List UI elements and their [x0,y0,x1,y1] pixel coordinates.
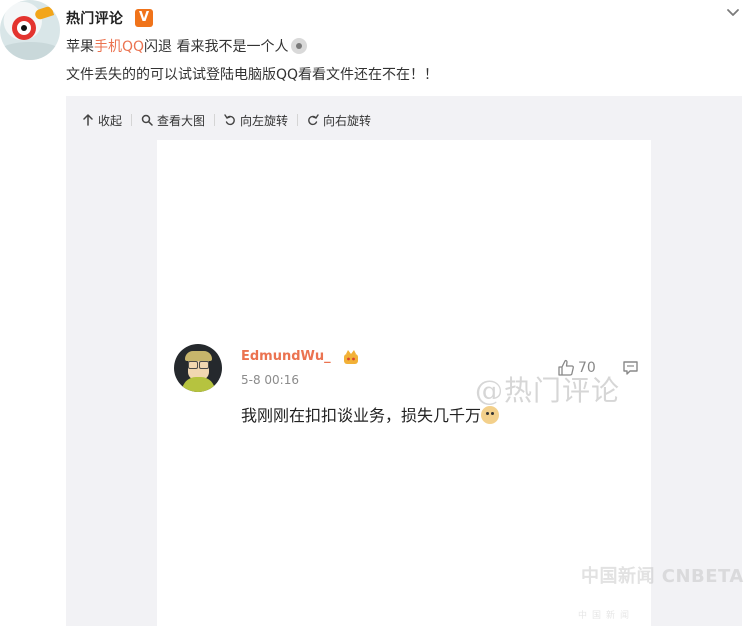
view-large-button[interactable]: 查看大图 [132,112,214,129]
post-text-prefix: 苹果 [66,39,94,55]
verified-badge: V [135,9,153,27]
post-text-suffix: 闪退 看来我不是一个人 [144,39,289,55]
rotate-left-button[interactable]: 向左旋转 [215,112,297,129]
rotate-left-icon [224,114,235,126]
comment-avatar-glasses-right [199,361,209,369]
brand-watermark: 中国新闻 CNBETA [581,566,744,587]
comment-avatar[interactable] [174,344,222,392]
image-viewer-panel: 收起 查看大图 向左旋转 向右旋转 EdmundWu_ 5-8 00:16 我刚… [66,96,742,626]
post-highlight-link[interactable]: 手机QQ [94,39,144,55]
comment-avatar-hair [185,351,212,361]
view-large-label: 查看大图 [157,113,206,128]
embedded-screenshot[interactable]: EdmundWu_ 5-8 00:16 我刚刚在扣扣谈业务，损失几千万 70 @… [157,140,651,626]
avatar-leaf [33,5,55,21]
crown-badge-icon [344,350,358,364]
rotate-right-icon [308,114,319,126]
chevron-down-icon[interactable] [726,5,740,19]
search-icon [141,114,153,126]
up-arrow-icon [83,114,93,126]
comment-avatar-glasses-left [188,361,198,369]
rotate-left-label: 向左旋转 [240,113,289,128]
collapse-button[interactable]: 收起 [82,112,131,129]
rotate-right-label: 向右旋转 [323,113,372,128]
rotate-right-button[interactable]: 向右旋转 [298,112,380,129]
avatar-shadow [0,42,60,60]
image-toolbar: 收起 查看大图 向左旋转 向右旋转 [82,112,380,128]
watermark-text: @热门评论 [475,374,621,407]
comment-username[interactable]: EdmundWu_ [241,349,331,364]
post-text-line-2: 文件丢失的的可以试试登陆电脑版QQ看看文件还在不在！！ [66,67,439,83]
avatar-pupil [21,25,27,31]
comment-body: 我刚刚在扣扣谈业务，损失几千万 [241,406,482,425]
brand-watermark-sub: 中国新闻 [578,611,635,621]
comment-text: 我刚刚在扣扣谈业务，损失几千万 [241,402,500,426]
post-text-line-1: 苹果手机QQ闪退 看来我不是一个人 [66,36,307,56]
post-author-name[interactable]: 热门评论 [66,8,123,28]
comment-timestamp: 5-8 00:16 [241,373,299,387]
collapse-label: 收起 [98,113,123,128]
emoji-icon [290,38,307,54]
post-avatar[interactable] [0,0,60,60]
comment-avatar-shirt [182,377,215,392]
comment-icon[interactable] [622,360,639,377]
